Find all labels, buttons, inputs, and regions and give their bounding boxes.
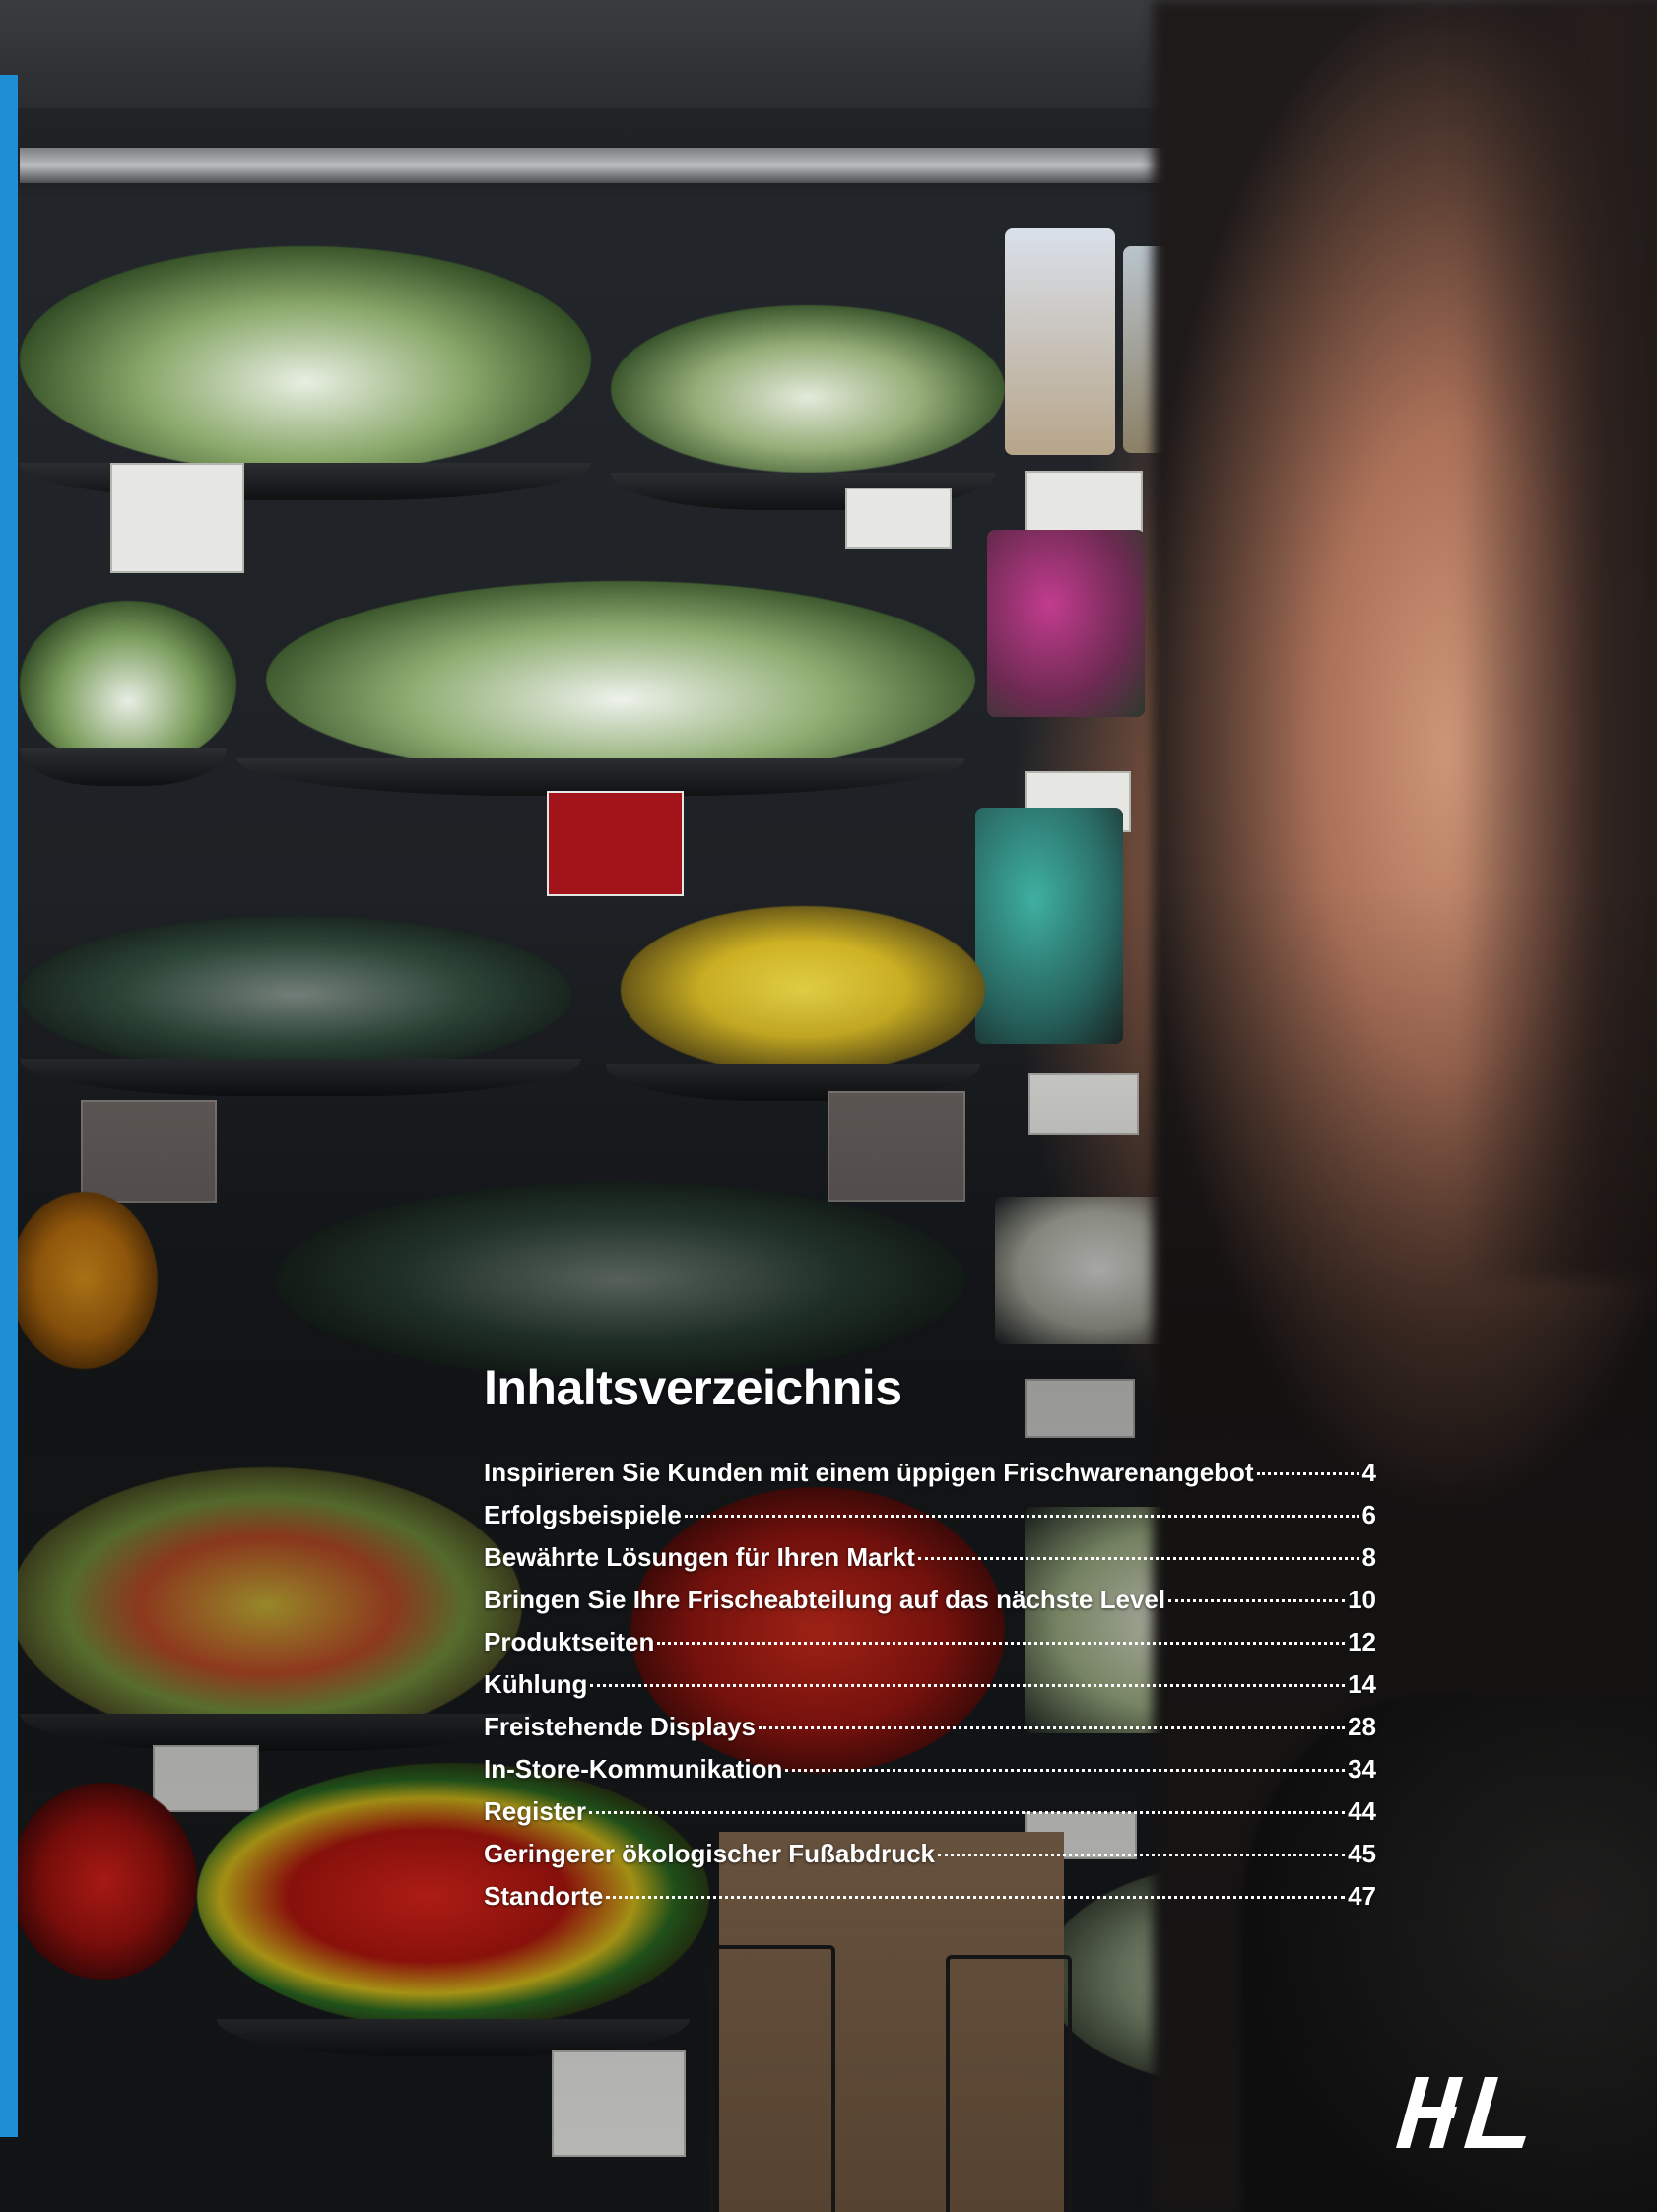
toc-entry-page: 14 — [1348, 1669, 1376, 1699]
toc-entry-label: Kühlung — [484, 1669, 588, 1699]
dot-leader — [917, 1557, 1359, 1560]
dot-leader — [684, 1515, 1359, 1518]
dot-leader — [785, 1769, 1346, 1772]
toc-entry-page: 34 — [1348, 1754, 1376, 1784]
toc-entry[interactable]: In-Store-Kommunikation 34 — [484, 1754, 1376, 1796]
toc-entry-page: 47 — [1348, 1881, 1376, 1911]
logo-stroke — [1409, 2107, 1457, 2118]
toc-entry-label: Register — [484, 1796, 587, 1826]
toc-entry-label: Inspirieren Sie Kunden mit einem üppigen… — [484, 1458, 1254, 1487]
toc-entry-label: Bringen Sie Ihre Frischeabteilung auf da… — [484, 1585, 1166, 1614]
dot-leader — [938, 1854, 1346, 1856]
toc-entry-page: 4 — [1361, 1458, 1376, 1487]
dot-leader — [589, 1811, 1346, 1814]
toc-entry-label: In-Store-Kommunikation — [484, 1754, 783, 1784]
toc-list: Inspirieren Sie Kunden mit einem üppigen… — [484, 1458, 1376, 1923]
toc-entry[interactable]: Bewährte Lösungen für Ihren Markt 8 — [484, 1542, 1376, 1585]
toc-entry[interactable]: Register 44 — [484, 1796, 1376, 1839]
toc-entry-page: 44 — [1348, 1796, 1376, 1826]
toc-entry[interactable]: Kühlung 14 — [484, 1669, 1376, 1712]
accent-bar — [0, 75, 18, 2137]
dot-leader — [657, 1642, 1346, 1645]
toc-entry-page: 12 — [1348, 1627, 1376, 1657]
toc-entry-page: 45 — [1348, 1839, 1376, 1868]
dot-leader — [1168, 1599, 1346, 1602]
toc-entry-page: 8 — [1361, 1542, 1376, 1572]
toc-entry-page: 28 — [1348, 1712, 1376, 1741]
table-of-contents: Inhaltsverzeichnis Inspirieren Sie Kunde… — [484, 1359, 1376, 1923]
dot-leader — [590, 1684, 1346, 1687]
toc-entry[interactable]: Bringen Sie Ihre Frischeabteilung auf da… — [484, 1585, 1376, 1627]
toc-entry[interactable]: Geringerer ökologischer Fußabdruck 45 — [484, 1839, 1376, 1881]
toc-entry[interactable]: Produktseiten 12 — [484, 1627, 1376, 1669]
toc-entry-label: Geringerer ökologischer Fußabdruck — [484, 1839, 935, 1868]
toc-entry-label: Standorte — [484, 1881, 604, 1911]
toc-entry-label: Produktseiten — [484, 1627, 655, 1657]
toc-entry[interactable]: Inspirieren Sie Kunden mit einem üppigen… — [484, 1458, 1376, 1500]
toc-entry-page: 10 — [1348, 1585, 1376, 1614]
hl-logo-icon — [1396, 2077, 1526, 2148]
dot-leader — [759, 1726, 1346, 1729]
toc-entry-page: 6 — [1361, 1500, 1376, 1529]
dot-leader — [1256, 1472, 1359, 1475]
toc-entry-label: Erfolgsbeispiele — [484, 1500, 682, 1529]
toc-entry[interactable]: Erfolgsbeispiele 6 — [484, 1500, 1376, 1542]
toc-entry-label: Bewährte Lösungen für Ihren Markt — [484, 1542, 915, 1572]
dot-leader — [606, 1896, 1346, 1899]
toc-entry[interactable]: Freistehende Displays 28 — [484, 1712, 1376, 1754]
toc-entry[interactable]: Standorte 47 — [484, 1881, 1376, 1923]
logo-stroke — [1464, 2077, 1526, 2148]
toc-title: Inhaltsverzeichnis — [484, 1360, 902, 1415]
toc-entry-label: Freistehende Displays — [484, 1712, 756, 1741]
